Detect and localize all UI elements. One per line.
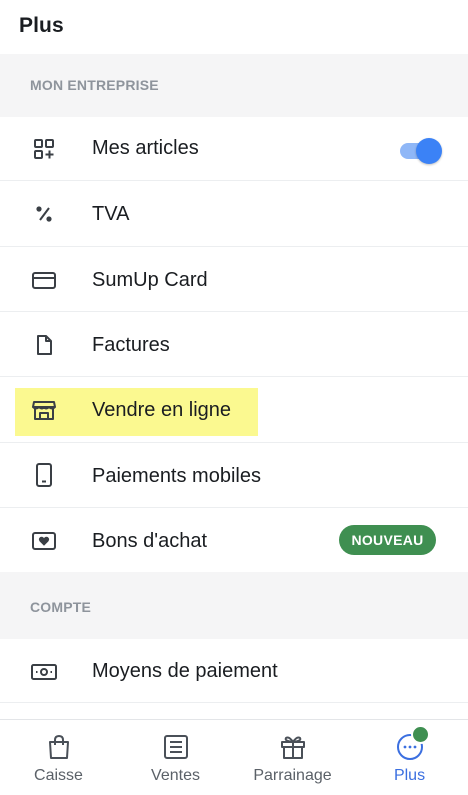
notification-dot — [411, 725, 430, 744]
menu-item-bons-achat[interactable]: Bons d'achat NOUVEAU — [0, 508, 468, 572]
menu-item-label: Bons d'achat — [92, 530, 208, 552]
menu-item-label: Moyens de paiement — [92, 660, 278, 682]
receipt-list-icon — [162, 733, 190, 761]
list-bottom-spacer — [0, 703, 468, 719]
menu-item-label: Paiements mobiles — [92, 465, 261, 487]
menu-item-label: Vendre en ligne — [92, 399, 232, 421]
menu-item-moyens-de-paiement[interactable]: Moyens de paiement — [0, 639, 468, 703]
nav-label: Parrainage — [253, 767, 332, 784]
shopping-bag-icon — [45, 733, 73, 761]
nav-item-ventes[interactable]: Ventes — [117, 720, 234, 795]
page-title: Plus — [19, 14, 64, 37]
grid-add-icon — [30, 137, 58, 161]
bottom-navigation: Caisse Ventes Parrainage Plus — [0, 719, 468, 794]
toggle-knob — [416, 138, 442, 164]
menu-item-label: Factures — [92, 334, 170, 356]
banknote-icon — [30, 660, 58, 684]
credit-card-icon — [30, 268, 58, 292]
nav-item-plus[interactable]: Plus — [351, 720, 468, 795]
nav-label: Ventes — [151, 767, 200, 784]
menu-item-label: TVA — [92, 203, 130, 225]
mes-articles-toggle[interactable] — [400, 137, 442, 164]
menu-item-mes-articles[interactable]: Mes articles — [0, 117, 468, 181]
storefront-icon — [30, 398, 58, 422]
menu-item-paiements-mobiles[interactable]: Paiements mobiles — [0, 443, 468, 508]
menu-item-tva[interactable]: TVA — [0, 181, 468, 247]
percent-icon — [30, 202, 58, 226]
document-icon — [30, 333, 58, 357]
page-header: Plus — [0, 0, 468, 54]
menu-item-label: SumUp Card — [92, 269, 208, 291]
section-header-compte: COMPTE — [0, 572, 468, 639]
nav-item-caisse[interactable]: Caisse — [0, 720, 117, 795]
section-label: COMPTE — [30, 599, 92, 615]
new-badge: NOUVEAU — [339, 525, 436, 555]
gift-card-icon — [30, 529, 58, 553]
nav-label: Caisse — [34, 767, 83, 784]
menu-item-vendre-en-ligne-content[interactable]: Vendre en ligne — [0, 377, 468, 443]
nav-item-parrainage[interactable]: Parrainage — [234, 720, 351, 795]
gift-icon — [279, 733, 307, 761]
section-label: MON ENTREPRISE — [30, 77, 159, 93]
menu-item-factures[interactable]: Factures — [0, 312, 468, 377]
nav-label: Plus — [393, 767, 426, 784]
section-header-mon-entreprise: MON ENTREPRISE — [0, 54, 468, 117]
menu-item-sumup-card[interactable]: SumUp Card — [0, 247, 468, 312]
menu-item-label: Mes articles — [92, 137, 199, 159]
smartphone-icon — [30, 463, 58, 487]
